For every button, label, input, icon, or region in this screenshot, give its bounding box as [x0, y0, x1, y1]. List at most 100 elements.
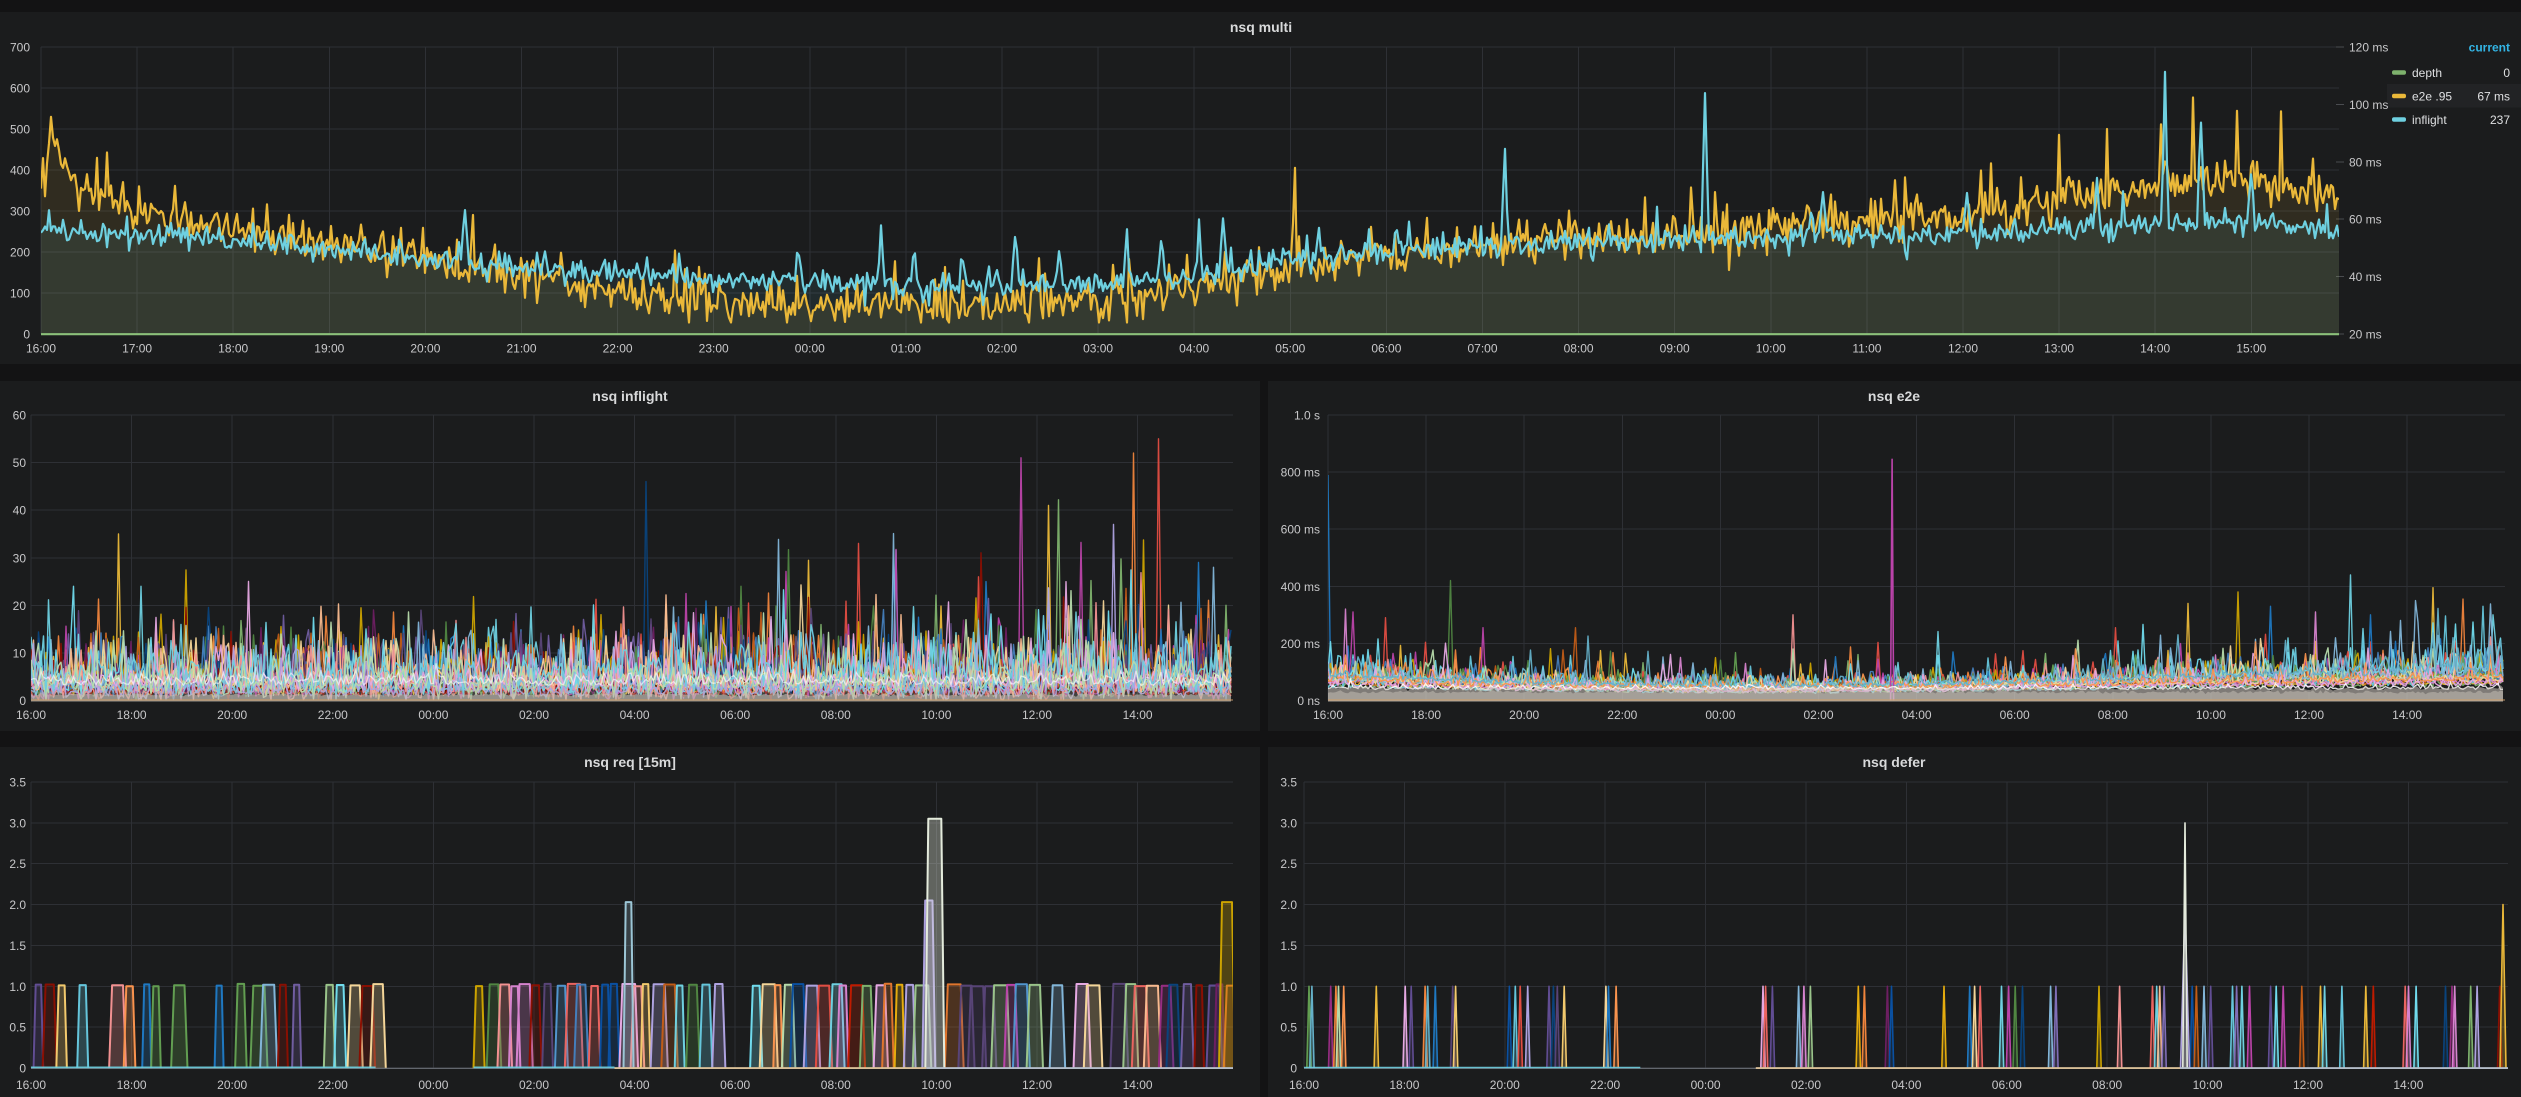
svg-text:1.0: 1.0 — [1280, 980, 1297, 994]
svg-text:2.0: 2.0 — [1280, 898, 1297, 912]
svg-text:10:00: 10:00 — [921, 1078, 951, 1092]
svg-text:100 ms: 100 ms — [2349, 98, 2388, 112]
svg-text:depth: depth — [2412, 66, 2442, 80]
svg-text:0.5: 0.5 — [9, 1021, 26, 1035]
svg-text:16:00: 16:00 — [26, 342, 56, 356]
svg-text:10: 10 — [13, 646, 27, 660]
svg-text:22:00: 22:00 — [1607, 708, 1637, 722]
svg-text:800 ms: 800 ms — [1281, 466, 1320, 480]
svg-text:12:00: 12:00 — [1022, 708, 1052, 722]
svg-text:3.0: 3.0 — [1280, 816, 1297, 830]
svg-text:400 ms: 400 ms — [1281, 580, 1320, 594]
svg-text:600: 600 — [10, 82, 30, 96]
svg-text:10:00: 10:00 — [2193, 1078, 2223, 1092]
svg-text:50: 50 — [13, 456, 27, 470]
svg-text:1.5: 1.5 — [1280, 939, 1297, 953]
svg-text:22:00: 22:00 — [318, 1078, 348, 1092]
svg-text:02:00: 02:00 — [1803, 708, 1833, 722]
svg-text:05:00: 05:00 — [1275, 342, 1305, 356]
svg-text:23:00: 23:00 — [699, 342, 729, 356]
svg-text:18:00: 18:00 — [1411, 708, 1441, 722]
svg-text:20:00: 20:00 — [1490, 1078, 1520, 1092]
svg-text:60: 60 — [13, 409, 27, 423]
svg-text:20: 20 — [13, 599, 27, 613]
svg-text:16:00: 16:00 — [16, 1078, 46, 1092]
svg-text:0.5: 0.5 — [1280, 1021, 1297, 1035]
svg-text:20:00: 20:00 — [1509, 708, 1539, 722]
svg-text:00:00: 00:00 — [418, 1078, 448, 1092]
svg-text:06:00: 06:00 — [720, 1078, 750, 1092]
svg-text:0: 0 — [1290, 1062, 1297, 1076]
svg-text:18:00: 18:00 — [218, 342, 248, 356]
svg-text:03:00: 03:00 — [1083, 342, 1113, 356]
svg-text:10:00: 10:00 — [921, 708, 951, 722]
svg-text:3.5: 3.5 — [1280, 776, 1297, 790]
svg-text:600 ms: 600 ms — [1281, 523, 1320, 537]
svg-text:nsq inflight: nsq inflight — [592, 388, 668, 404]
svg-text:200: 200 — [10, 246, 30, 260]
svg-text:40 ms: 40 ms — [2349, 270, 2382, 284]
svg-text:10:00: 10:00 — [1756, 342, 1786, 356]
svg-text:40: 40 — [13, 504, 27, 518]
svg-text:1.0 s: 1.0 s — [1294, 409, 1320, 423]
svg-text:06:00: 06:00 — [1371, 342, 1401, 356]
svg-text:14:00: 14:00 — [2392, 708, 2422, 722]
svg-text:02:00: 02:00 — [987, 342, 1017, 356]
svg-text:14:00: 14:00 — [2393, 1078, 2423, 1092]
svg-text:12:00: 12:00 — [1022, 1078, 1052, 1092]
svg-text:2.5: 2.5 — [1280, 857, 1297, 871]
svg-text:21:00: 21:00 — [506, 342, 536, 356]
svg-text:2.0: 2.0 — [9, 898, 26, 912]
svg-text:2.5: 2.5 — [9, 857, 26, 871]
svg-text:3.5: 3.5 — [9, 776, 26, 790]
svg-text:20:00: 20:00 — [217, 1078, 247, 1092]
svg-text:14:00: 14:00 — [1123, 708, 1153, 722]
svg-text:15:00: 15:00 — [2236, 342, 2266, 356]
svg-text:19:00: 19:00 — [314, 342, 344, 356]
svg-text:0: 0 — [19, 1062, 26, 1076]
svg-text:1.5: 1.5 — [9, 939, 26, 953]
svg-text:06:00: 06:00 — [2000, 708, 2030, 722]
svg-text:20:00: 20:00 — [410, 342, 440, 356]
svg-text:22:00: 22:00 — [1590, 1078, 1620, 1092]
svg-text:18:00: 18:00 — [1389, 1078, 1419, 1092]
svg-text:0 ns: 0 ns — [1297, 694, 1320, 708]
svg-text:13:00: 13:00 — [2044, 342, 2074, 356]
svg-text:12:00: 12:00 — [2293, 1078, 2323, 1092]
svg-text:nsq multi: nsq multi — [1230, 19, 1292, 35]
svg-text:300: 300 — [10, 205, 30, 219]
svg-text:200 ms: 200 ms — [1281, 637, 1320, 651]
svg-text:09:00: 09:00 — [1660, 342, 1690, 356]
svg-text:120 ms: 120 ms — [2349, 41, 2388, 55]
svg-text:nsq defer: nsq defer — [1862, 754, 1926, 770]
svg-text:20:00: 20:00 — [217, 708, 247, 722]
svg-text:06:00: 06:00 — [720, 708, 750, 722]
svg-text:04:00: 04:00 — [620, 708, 650, 722]
svg-text:04:00: 04:00 — [1179, 342, 1209, 356]
svg-text:08:00: 08:00 — [821, 708, 851, 722]
svg-text:current: current — [2469, 41, 2510, 55]
svg-text:08:00: 08:00 — [1564, 342, 1594, 356]
svg-text:100: 100 — [10, 287, 30, 301]
svg-text:0: 0 — [2503, 66, 2510, 80]
svg-text:500: 500 — [10, 123, 30, 137]
svg-text:04:00: 04:00 — [1891, 1078, 1921, 1092]
svg-text:02:00: 02:00 — [519, 1078, 549, 1092]
svg-text:14:00: 14:00 — [1123, 1078, 1153, 1092]
svg-text:1.0: 1.0 — [9, 980, 26, 994]
svg-text:237: 237 — [2490, 113, 2510, 127]
svg-text:10:00: 10:00 — [2196, 708, 2226, 722]
svg-text:nsq req [15m]: nsq req [15m] — [584, 754, 676, 770]
svg-text:04:00: 04:00 — [620, 1078, 650, 1092]
svg-text:67 ms: 67 ms — [2477, 90, 2510, 104]
svg-text:18:00: 18:00 — [117, 1078, 147, 1092]
svg-text:16:00: 16:00 — [1313, 708, 1343, 722]
svg-text:01:00: 01:00 — [891, 342, 921, 356]
svg-text:400: 400 — [10, 164, 30, 178]
svg-text:04:00: 04:00 — [1902, 708, 1932, 722]
svg-text:02:00: 02:00 — [519, 708, 549, 722]
svg-text:20 ms: 20 ms — [2349, 328, 2382, 342]
svg-text:e2e .95: e2e .95 — [2412, 90, 2452, 104]
svg-text:3.0: 3.0 — [9, 816, 26, 830]
svg-text:00:00: 00:00 — [795, 342, 825, 356]
